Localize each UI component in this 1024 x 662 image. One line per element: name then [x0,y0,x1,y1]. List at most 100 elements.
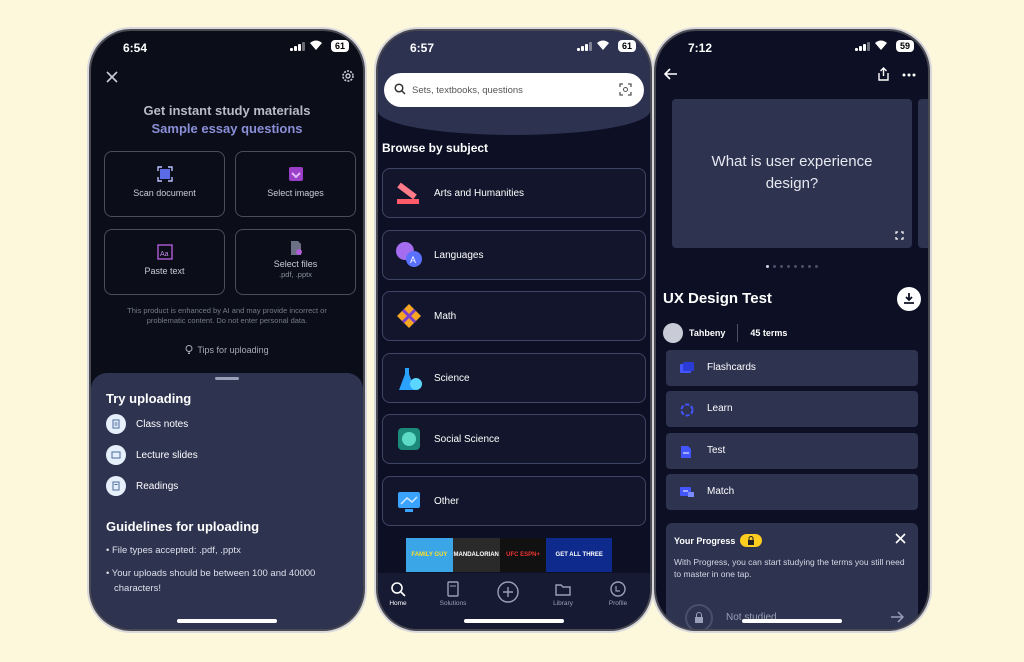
tab-label: Library [553,600,573,607]
reading-icon [106,476,126,496]
test-button[interactable]: Test [666,433,918,469]
select-files-tile[interactable]: Select files .pdf, .pptx [235,229,356,295]
status-time: 6:54 [123,41,148,55]
close-icon[interactable] [895,533,906,544]
subject-math[interactable]: Math [382,291,646,341]
expand-icon[interactable] [895,231,904,240]
test-icon [681,446,691,458]
svg-text:Aa: Aa [160,251,169,258]
carousel-dots [766,265,818,268]
ad-panel: FAMILY GUY [406,538,453,572]
back-arrow-icon[interactable] [664,68,678,80]
tile-label: Select files [273,259,318,269]
subject-label: Languages [434,250,484,261]
gear-icon[interactable] [341,69,355,83]
download-button[interactable] [897,287,921,311]
scan-document-tile[interactable]: Scan document [104,151,225,217]
progress-card: Your Progress With Progress, you can sta… [666,523,918,629]
home-indicator [177,619,277,623]
image-icon [288,167,303,181]
notes-icon [106,414,126,434]
subject-label: Social Science [434,434,500,445]
text-icon: Aa [156,244,173,260]
tab-label: Solutions [439,600,467,607]
subject-arts[interactable]: Arts and Humanities [382,168,646,218]
arrow-right-icon[interactable] [890,611,904,623]
subject-other[interactable]: Other [382,476,646,526]
scan-icon [156,166,173,182]
share-icon[interactable] [877,67,890,81]
ad-banner[interactable]: FAMILY GUY MANDALORIAN UFC ESPN+ GET ALL… [406,538,612,572]
select-images-tile[interactable]: Select images [235,151,356,217]
status-bar: 7:12 59 [656,31,928,61]
ad-panel: GET ALL THREE [546,538,612,572]
try-uploading-heading: Try uploading [106,391,192,406]
flashcards-button[interactable]: Flashcards [666,350,918,386]
cards-icon [680,362,694,373]
phone-upload-screen: 6:54 61 Get instant study materials Samp… [91,31,363,629]
paste-text-tile[interactable]: Aa Paste text [104,229,225,295]
tips-link[interactable]: Tips for uploading [91,345,363,355]
list-item-label: Lecture slides [136,449,198,461]
divider [737,324,739,342]
list-item: Readings [106,476,178,496]
learn-icon [680,403,694,417]
battery-icon: 59 [895,40,914,52]
lightbulb-icon [185,345,193,354]
tab-label: Profile [608,600,628,607]
math-icon [397,304,421,328]
progress-description: With Progress, you can start studying th… [674,557,905,579]
status-bar: 6:57 61 [378,31,650,61]
lock-icon [748,536,754,545]
tile-label: Paste text [144,266,185,276]
more-icon[interactable] [902,73,916,77]
lock-badge [740,534,762,547]
close-icon[interactable] [106,71,118,83]
slides-icon [106,445,126,465]
camera-scan-icon[interactable] [619,83,632,96]
tab-profile[interactable]: Profile [591,581,645,607]
list-item-label: Readings [136,480,179,492]
subject-label: Math [434,311,457,322]
status-time: 6:57 [410,41,435,55]
signal-icon [577,42,592,51]
subject-social-science[interactable]: Social Science [382,414,646,464]
flashcard[interactable]: What is user experience design? [672,99,912,248]
search-bar[interactable]: Sets, textbooks, questions [384,73,644,107]
upload-tips-sheet: Try uploading Class notes Lecture slides… [91,373,363,629]
bullet-text: Your uploads should be between 100 and 4… [111,568,316,594]
tab-solutions[interactable]: Solutions [426,581,480,607]
battery-icon: 61 [330,40,349,52]
guidelines-heading: Guidelines for uploading [106,519,260,534]
battery-icon: 61 [617,40,636,52]
tab-library[interactable]: Library [536,581,590,607]
wifi-icon [875,40,887,50]
tab-create[interactable] [481,581,535,606]
subject-languages[interactable]: A Languages [382,230,646,280]
translate-icon: A [396,242,422,267]
subject-science[interactable]: Science [382,353,646,403]
match-button[interactable]: Match [666,474,918,510]
author-row[interactable]: Tahbeny 45 terms [663,323,787,343]
download-icon [904,293,914,304]
flashcard-question: What is user experience design? [711,153,873,192]
next-flashcard-peek[interactable] [918,99,928,248]
search-input[interactable]: Sets, textbooks, questions [412,85,523,96]
lock-icon [685,604,713,629]
sheet-handle[interactable] [215,377,239,380]
tab-home[interactable]: Home [378,581,425,607]
list-item: Class notes [106,414,188,434]
wifi-icon [310,40,322,50]
mode-label: Learn [707,403,733,414]
home-indicator [742,619,842,623]
progress-title: Your Progress [674,536,736,546]
folder-icon [555,584,571,596]
list-item: Lecture slides [106,445,198,465]
bullet-text: File types accepted: .pdf, .pptx [111,545,241,556]
file-icon [290,241,302,255]
status-bar: 6:54 61 [91,31,363,61]
ad-panel: UFC ESPN+ [499,538,547,572]
wifi-icon [597,40,609,50]
tile-label: Select images [267,188,324,198]
learn-button[interactable]: Learn [666,391,918,427]
